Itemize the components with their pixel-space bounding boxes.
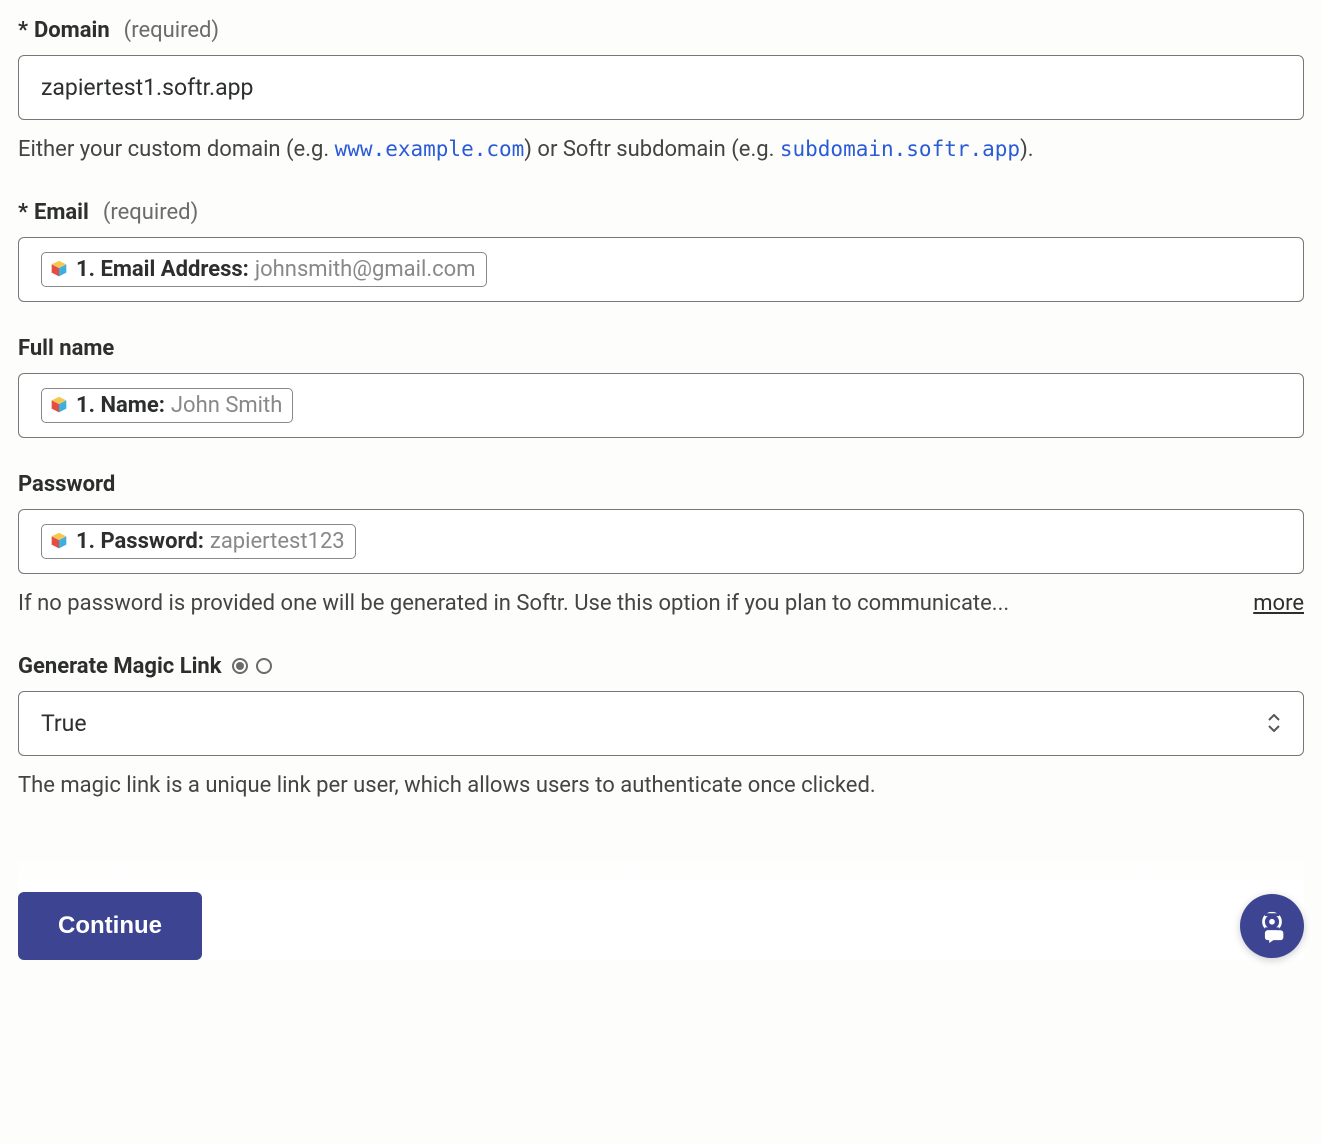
magic-select[interactable]: True [18,691,1304,756]
radio-selected-icon[interactable] [232,658,248,674]
email-pill-value: johnsmith@gmail.com [255,257,476,282]
domain-helper: Either your custom domain (e.g. www.exam… [18,134,1304,166]
fullname-input[interactable]: 1. Name: John Smith [18,373,1304,438]
magic-field-group: Generate Magic Link True The magic link … [18,654,1304,802]
magic-helper: The magic link is a unique link per user… [18,770,1304,802]
domain-code-example1: www.example.com [335,137,525,161]
domain-field-group: * Domain (required) zapiertest1.softr.ap… [18,18,1304,166]
continue-button[interactable]: Continue [18,892,202,960]
fullname-pill[interactable]: 1. Name: John Smith [41,388,293,423]
password-helper-row: If no password is provided one will be g… [18,588,1304,620]
fullname-field-group: Full name 1. Name: John Smith [18,336,1304,438]
domain-code-example2: subdomain.softr.app [780,137,1020,161]
field-type-toggle[interactable] [232,658,272,674]
domain-label: Domain [34,18,110,43]
zap-source-icon [48,258,70,280]
fullname-label-row: Full name [18,336,1304,361]
required-asterisk: * [18,200,28,225]
magic-label-row: Generate Magic Link [18,654,1304,679]
magic-select-value: True [41,710,87,737]
password-helper: If no password is provided one will be g… [18,588,1223,620]
password-input[interactable]: 1. Password: zapiertest123 [18,509,1304,574]
email-pill-label: 1. Email Address: [76,257,249,282]
password-pill-label: 1. Password: [76,529,204,554]
fullname-label: Full name [18,336,114,361]
help-fab[interactable] [1240,894,1304,958]
magic-label: Generate Magic Link [18,654,222,679]
email-pill[interactable]: 1. Email Address: johnsmith@gmail.com [41,252,487,287]
email-input[interactable]: 1. Email Address: johnsmith@gmail.com [18,237,1304,302]
required-asterisk: * [18,18,28,43]
email-field-group: * Email (required) 1. Email Address: joh… [18,200,1304,302]
domain-value: zapiertest1.softr.app [41,74,253,101]
password-label: Password [18,472,115,497]
zap-source-icon [48,530,70,552]
fullname-pill-label: 1. Name: [76,393,165,418]
domain-label-row: * Domain (required) [18,18,1304,43]
help-chat-icon [1255,909,1289,943]
password-pill[interactable]: 1. Password: zapiertest123 [41,524,356,559]
required-text: (required) [124,18,219,43]
footer-bar: Continue [18,852,1304,960]
domain-input[interactable]: zapiertest1.softr.app [18,55,1304,120]
required-text: (required) [103,200,198,225]
more-link[interactable]: more [1253,591,1304,616]
password-field-group: Password 1. Password: zapiertest123 If n… [18,472,1304,620]
password-label-row: Password [18,472,1304,497]
fullname-pill-value: John Smith [171,393,282,418]
select-chevrons-icon [1267,714,1281,732]
zap-source-icon [48,394,70,416]
radio-unselected-icon[interactable] [256,658,272,674]
email-label-row: * Email (required) [18,200,1304,225]
email-label: Email [34,200,89,225]
password-pill-value: zapiertest123 [210,529,345,554]
